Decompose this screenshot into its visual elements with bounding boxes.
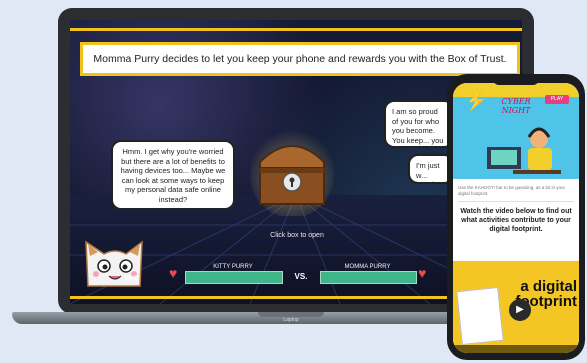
chest-caption: Click box to open [270,232,324,239]
player-left-health-bar [185,271,283,284]
hero-title: CYBER NIGHT [501,97,531,115]
gamer-illustration [487,127,561,174]
phone-screen: ⚡ PLAY CYBER NIGHT Use the KAHOOT! bar t… [453,83,579,353]
phone-body-text: Use the KAHOOT! bar to be guessing, as a… [458,185,566,196]
divider [458,201,574,202]
heart-icon: ♥ [418,265,427,281]
player-right-health-bar [320,271,417,284]
phone-notch [493,78,539,85]
play-tag[interactable]: PLAY [545,95,569,104]
heart-icon: ♥ [169,265,178,281]
scene-title: Momma Purry decides to let you keep your… [80,42,520,76]
player-right-name: MOMMA PURRY [344,264,391,270]
lightning-icon: ⚡ [465,91,488,111]
top-border [70,28,522,31]
play-icon[interactable]: ▶ [509,299,531,321]
live-badge: LIVE [125,276,139,282]
laptop-brand: Laptop [283,317,299,323]
box-of-trust-chest[interactable] [250,124,334,216]
phone-heading: Watch the video below to find out what a… [460,208,572,233]
momma-speech-bubble: I am so proud of you for who you become.… [384,100,454,148]
versus-label: VS. [294,272,308,281]
video-controls[interactable] [453,345,579,353]
kitty-speech-bubble: Hmm. I get why you're worried but there … [111,140,235,210]
player-left-name: KITTY PURRY [213,264,253,270]
